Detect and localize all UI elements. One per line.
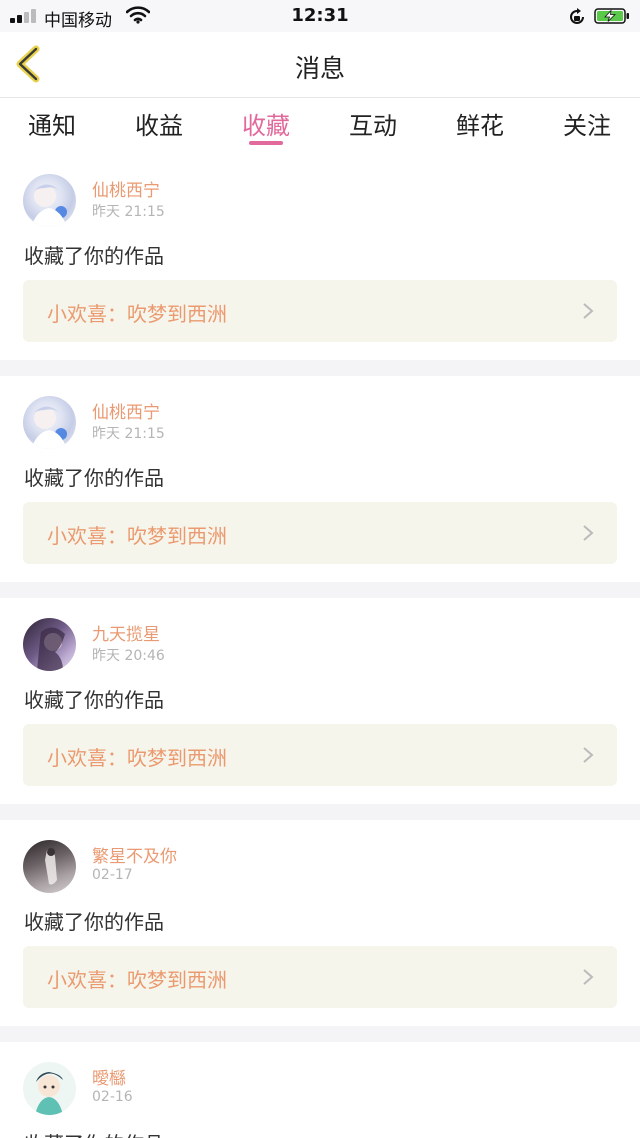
tab-earnings[interactable]: 收益 [109, 106, 209, 141]
message-card: 仙桃西宁 昨天 21:15 收藏了你的作品 小欢喜：吹梦到西洲 [0, 376, 640, 582]
username[interactable]: 九天揽星 [92, 620, 160, 645]
avatar[interactable] [23, 1062, 76, 1115]
page-title: 消息 [294, 54, 345, 83]
message-card: 曖櫾 02-16 收藏了你的作品 [0, 1042, 640, 1138]
work-title: 小欢喜：吹梦到西洲 [47, 302, 227, 326]
action-text: 收藏了你的作品 [24, 1128, 164, 1138]
work-link[interactable]: 小欢喜：吹梦到西洲 [23, 724, 617, 786]
action-text: 收藏了你的作品 [24, 244, 164, 268]
work-title: 小欢喜：吹梦到西洲 [47, 524, 227, 548]
tab-follows[interactable]: 关注 [537, 106, 637, 141]
username[interactable]: 曖櫾 [92, 1064, 126, 1089]
tab-flowers[interactable]: 鲜花 [430, 106, 530, 141]
chevron-right-icon [583, 303, 594, 319]
action-text: 收藏了你的作品 [24, 910, 164, 934]
action-text: 收藏了你的作品 [24, 466, 164, 490]
action-text: 收藏了你的作品 [24, 688, 164, 712]
avatar[interactable] [23, 396, 76, 449]
work-link[interactable]: 小欢喜：吹梦到西洲 [23, 502, 617, 564]
tab-favorites[interactable]: 收藏 [216, 106, 316, 141]
active-tab-indicator [249, 141, 283, 145]
avatar[interactable] [23, 174, 76, 227]
chevron-right-icon [583, 969, 594, 985]
message-card: 仙桃西宁 昨天 21:15 收藏了你的作品 小欢喜：吹梦到西洲 [0, 154, 640, 360]
tab-interactions[interactable]: 互动 [323, 106, 423, 141]
avatar[interactable] [23, 618, 76, 671]
message-card: 繁星不及你 02-17 收藏了你的作品 小欢喜：吹梦到西洲 [0, 820, 640, 1026]
nav-bar: 消息 [0, 32, 640, 98]
username[interactable]: 仙桃西宁 [92, 176, 160, 201]
username[interactable]: 仙桃西宁 [92, 398, 160, 423]
clock: 12:31 [291, 5, 349, 26]
tab-bar: 通知 收益 收藏 互动 鲜花 关注 [0, 98, 640, 154]
timestamp: 昨天 21:15 [92, 426, 165, 442]
avatar[interactable] [23, 840, 76, 893]
battery-charging-icon [594, 8, 629, 24]
work-title: 小欢喜：吹梦到西洲 [47, 968, 227, 992]
username[interactable]: 繁星不及你 [92, 842, 177, 867]
timestamp: 02-16 [92, 1089, 133, 1105]
chevron-right-icon [583, 525, 594, 541]
status-bar: 中国移动 12:31 [0, 0, 640, 32]
message-card: 九天揽星 昨天 20:46 收藏了你的作品 小欢喜：吹梦到西洲 [0, 598, 640, 804]
chevron-right-icon [583, 747, 594, 763]
timestamp: 昨天 20:46 [92, 648, 165, 664]
tab-notice[interactable]: 通知 [2, 106, 102, 141]
timestamp: 昨天 21:15 [92, 204, 165, 220]
work-title: 小欢喜：吹梦到西洲 [47, 746, 227, 770]
orientation-lock-icon [570, 8, 584, 24]
timestamp: 02-17 [92, 867, 133, 883]
work-link[interactable]: 小欢喜：吹梦到西洲 [23, 280, 617, 342]
work-link[interactable]: 小欢喜：吹梦到西洲 [23, 946, 617, 1008]
